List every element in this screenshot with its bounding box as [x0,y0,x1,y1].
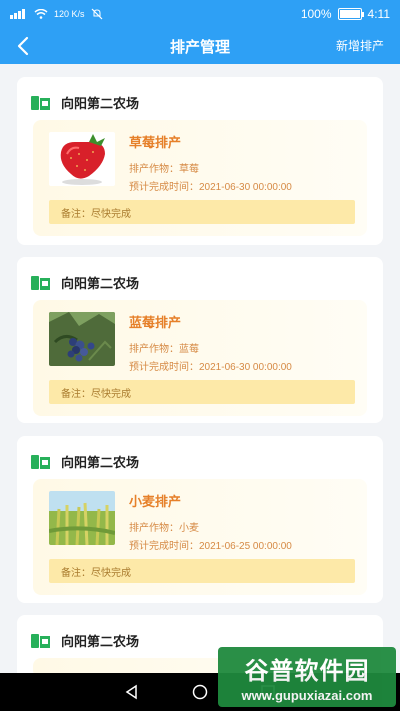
schedule-crop: 排产作物：小麦 [129,523,199,534]
mute-icon [91,8,102,20]
back-triangle-icon[interactable] [124,684,140,700]
card-header: 向阳第二农场 [31,631,139,650]
card-header: 向阳第二农场 [31,452,139,471]
home-circle-icon[interactable] [192,684,208,700]
schedule-title: 蓝莓排产 [129,315,182,330]
schedule-note: 备注：尽快完成 [49,380,355,404]
card-header: 向阳第二农场 [31,93,139,112]
schedule-card[interactable]: 向阳第二农场 蓝莓排产 排产作物：蓝莓 预计完成时间：2021-06-30 00… [17,257,383,423]
schedule-crop: 排产作物：蓝莓 [129,344,199,355]
farm-name: 向阳第二农场 [61,634,140,649]
farm-icon [31,633,50,648]
schedule-title: 草莓排产 [129,135,182,150]
crop-image-strawberry [49,132,115,186]
schedule-crop: 排产作物：草莓 [129,164,199,175]
status-bar: 120 K/s 100% 4:11 [0,0,400,28]
card-header: 向阳第二农场 [31,273,139,292]
clock: 4:11 [367,7,390,21]
schedule-note: 备注：尽快完成 [49,559,355,583]
watermark: 谷普软件园 www.gupuxiazai.com [218,647,396,707]
schedule-note: 备注：尽快完成 [49,200,355,224]
schedule-detail: 草莓排产 排产作物：草莓 预计完成时间：2021-06-30 00:00:00 … [33,120,367,236]
farm-name: 向阳第二农场 [61,276,140,291]
battery-icon [337,8,364,20]
crop-image-wheat [49,491,115,545]
back-arrow-icon[interactable] [12,34,36,58]
schedule-title: 小麦排产 [129,494,182,509]
schedule-detail: 小麦排产 排产作物：小麦 预计完成时间：2021-06-25 00:00:00 … [33,479,367,595]
network-speed: 120 K/s [54,9,85,19]
schedule-detail: 蓝莓排产 排产作物：蓝莓 预计完成时间：2021-06-30 00:00:00 … [33,300,367,416]
schedule-due-date: 预计完成时间：2021-06-30 00:00:00 [129,182,292,193]
farm-icon [31,95,50,110]
schedule-due-date: 预计完成时间：2021-06-25 00:00:00 [129,541,292,552]
crop-image-blueberry [49,312,115,366]
farm-name: 向阳第二农场 [61,455,140,470]
battery-percent: 100% [300,7,332,21]
watermark-brand: 谷普软件园 [244,658,370,685]
wifi-icon [34,9,48,19]
signal-icon [10,9,25,19]
schedule-due-date: 预计完成时间：2021-06-30 00:00:00 [129,362,292,373]
schedule-card[interactable]: 向阳第二农场 小麦排产 排产作物：小麦 预计完成时间：2021-06-25 00… [17,436,383,603]
farm-icon [31,275,50,290]
add-schedule-button[interactable]: 新增排产 [336,37,384,54]
schedule-card[interactable]: 向阳第二农场 草莓排产 排产作物：草莓 预计完成时间：2021-06-30 00… [17,77,383,245]
farm-name: 向阳第二农场 [61,96,140,111]
nav-bar: 排产管理 新增排产 [0,28,400,64]
farm-icon [31,454,50,469]
watermark-url: www.gupuxiazai.com [241,688,373,703]
